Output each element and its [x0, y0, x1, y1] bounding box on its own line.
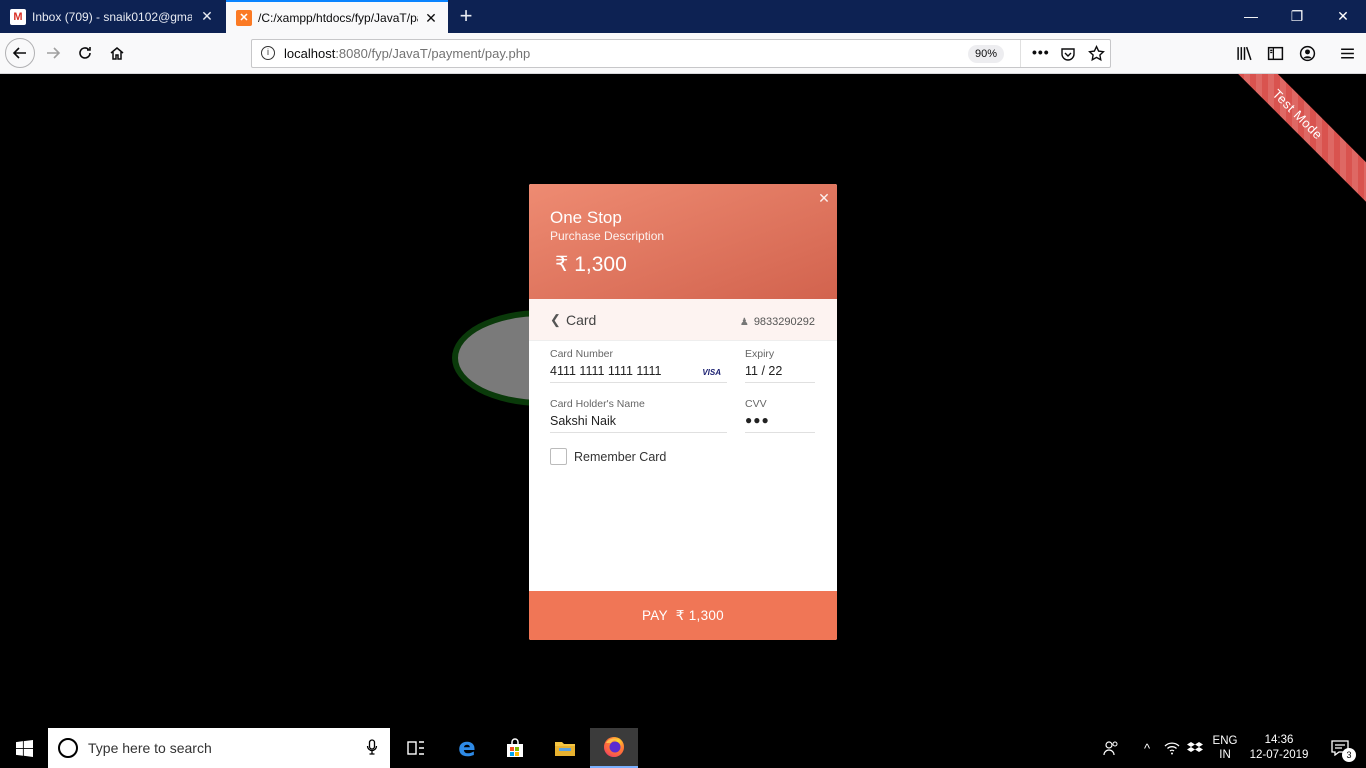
folder-icon	[555, 742, 575, 756]
edge-icon: e	[458, 733, 476, 763]
user-icon: ♟	[739, 316, 749, 328]
tab-payment[interactable]: ✕ /C:/xampp/htdocs/fyp/JavaT/payment ✕	[226, 0, 448, 33]
edge-button[interactable]: e	[444, 728, 490, 768]
task-view-button[interactable]	[394, 728, 438, 768]
expiry-label: Expiry	[745, 348, 775, 360]
home-button[interactable]	[103, 39, 131, 67]
checkout-header: ✕ One Stop Purchase Description ₹ 1,300	[529, 184, 837, 299]
tab-title: /C:/xampp/htdocs/fyp/JavaT/payment	[258, 10, 418, 25]
action-center-button[interactable]: 3	[1320, 728, 1360, 768]
arrow-left-icon	[12, 47, 26, 59]
contact-phone[interactable]: ♟ 9833290292	[740, 316, 815, 328]
file-explorer-button[interactable]	[542, 728, 588, 768]
phone-number: 9833290292	[753, 316, 815, 328]
card-number-field[interactable]: Card Number 4111 1111 1111 1111 VISA	[550, 348, 727, 383]
start-button[interactable]	[0, 728, 48, 768]
minimize-button[interactable]: —	[1228, 0, 1274, 33]
new-tab-button[interactable]: +	[455, 4, 477, 28]
windows-icon	[15, 739, 33, 757]
menu-icon[interactable]	[1339, 45, 1356, 62]
arrow-right-icon	[47, 47, 61, 59]
chevron-up-icon[interactable]: ^	[1136, 728, 1158, 768]
store-icon	[507, 738, 523, 757]
gmail-icon: M	[10, 8, 26, 25]
url-bar[interactable]: i localhost:8080/fyp/JavaT/payment/pay.p…	[251, 39, 1111, 68]
forward-button[interactable]	[39, 39, 67, 67]
visa-icon: VISA	[702, 368, 721, 377]
xampp-icon: ✕	[236, 9, 252, 26]
wifi-icon[interactable]	[1161, 728, 1183, 768]
pay-button-label: PAY ₹ 1,300	[642, 607, 724, 623]
reload-button[interactable]	[71, 39, 99, 67]
tab-title: Inbox (709) - snaik0102@gmail.com	[32, 9, 192, 24]
store-button[interactable]	[492, 728, 538, 768]
people-icon[interactable]	[1098, 728, 1124, 768]
card-holder-label: Card Holder's Name	[550, 398, 645, 410]
taskbar: Type here to search e ^ ENG IN 14:36 12-…	[0, 728, 1366, 768]
card-holder-field[interactable]: Card Holder's Name Sakshi Naik	[550, 398, 727, 433]
clock-time: 14:36	[1264, 734, 1294, 746]
checkout-modal: ✕ One Stop Purchase Description ₹ 1,300 …	[529, 184, 837, 640]
bookmark-star-icon[interactable]	[1088, 45, 1105, 62]
amount: ₹ 1,300	[555, 253, 627, 276]
library-icon[interactable]	[1236, 45, 1253, 62]
taskbar-search[interactable]: Type here to search	[48, 728, 390, 768]
microphone-icon[interactable]	[366, 739, 378, 758]
card-number-label: Card Number	[550, 348, 614, 360]
reload-icon	[79, 47, 91, 59]
remember-card-option[interactable]: Remember Card	[550, 448, 666, 465]
url-path: :8080/fyp/JavaT/payment/pay.php	[335, 46, 531, 61]
cvv-label: CVV	[745, 398, 767, 410]
payment-method-bar: ❮ Card ♟ 9833290292	[529, 299, 837, 341]
firefox-button[interactable]	[590, 728, 638, 768]
card-holder-value: Sakshi Naik	[550, 414, 616, 428]
sidebar-icon[interactable]	[1267, 45, 1284, 62]
chevron-left-icon[interactable]: ❮	[550, 312, 561, 328]
cortana-icon	[58, 738, 78, 758]
clock-date: 12-07-2019	[1249, 749, 1309, 761]
expiry-value: 11 / 22	[745, 364, 783, 378]
task-view-icon	[407, 741, 424, 755]
firefox-icon	[604, 737, 624, 757]
payment-method-label[interactable]: Card	[566, 312, 596, 328]
search-placeholder: Type here to search	[88, 740, 212, 756]
expiry-field[interactable]: Expiry 11 / 22	[745, 348, 815, 383]
tab-gmail[interactable]: M Inbox (709) - snaik0102@gmail.com ✕	[0, 0, 224, 33]
close-icon[interactable]: ✕	[200, 8, 214, 25]
url-text: localhost:8080/fyp/JavaT/payment/pay.php	[284, 46, 530, 61]
cvv-value: ●●●	[745, 413, 770, 427]
url-host: localhost	[284, 46, 336, 61]
language-code: ENG	[1212, 735, 1238, 747]
account-icon[interactable]	[1299, 45, 1316, 62]
test-mode-ribbon: Test Mode	[1196, 74, 1366, 216]
pocket-icon[interactable]	[1060, 46, 1076, 62]
clock[interactable]: 14:36 12-07-2019	[1246, 728, 1312, 768]
more-icon[interactable]: •••	[1032, 44, 1050, 60]
cvv-field[interactable]: CVV ●●●	[745, 398, 815, 433]
close-icon[interactable]: ✕	[424, 10, 438, 27]
window-close-button[interactable]: ✕	[1320, 0, 1366, 33]
zoom-indicator[interactable]: 90%	[968, 45, 1005, 63]
home-icon	[110, 47, 124, 60]
pay-button[interactable]: PAY ₹ 1,300	[529, 591, 837, 640]
remember-card-checkbox[interactable]	[550, 448, 567, 465]
restore-button[interactable]: ❐	[1274, 0, 1320, 33]
close-icon[interactable]: ✕	[817, 190, 831, 207]
browser-tab-bar: M Inbox (709) - snaik0102@gmail.com ✕ ✕ …	[0, 0, 1366, 33]
region-code: IN	[1219, 749, 1231, 761]
navigation-bar: i localhost:8080/fyp/JavaT/payment/pay.p…	[0, 33, 1366, 74]
language-indicator[interactable]: ENG IN	[1208, 728, 1242, 768]
merchant-name: One Stop	[550, 208, 622, 227]
remember-card-label: Remember Card	[574, 449, 667, 464]
info-icon[interactable]: i	[261, 46, 275, 60]
divider	[1020, 40, 1021, 67]
dropbox-icon[interactable]	[1184, 728, 1206, 768]
purchase-description: Purchase Description	[550, 229, 665, 243]
card-number-value: 4111 1111 1111 1111	[550, 364, 662, 378]
ribbon-label: Test Mode	[1269, 85, 1327, 143]
back-button[interactable]	[5, 38, 35, 68]
notification-count: 3	[1342, 748, 1356, 762]
page-content: Test Mode ✕ One Stop Purchase Descriptio…	[0, 74, 1366, 728]
